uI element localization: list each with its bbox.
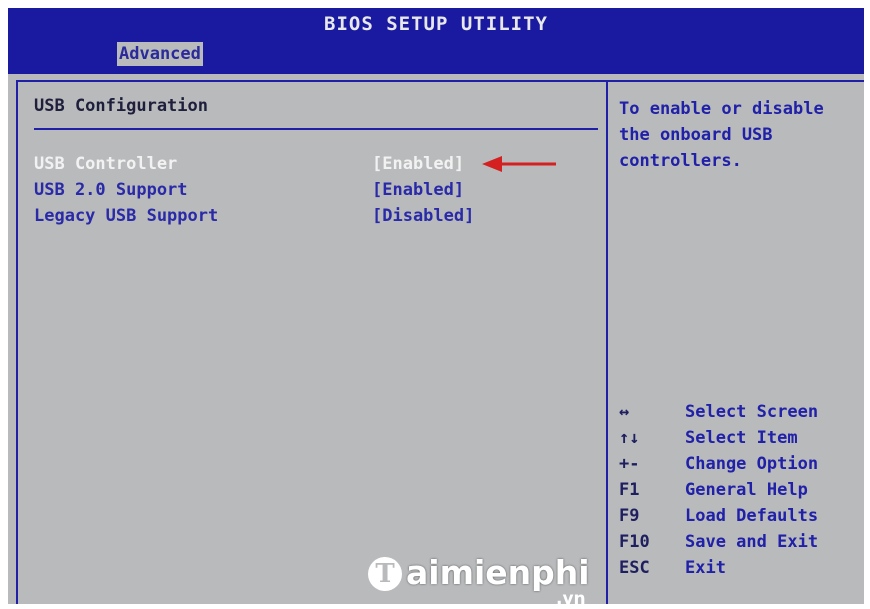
watermark-suffix: .vn: [556, 589, 586, 604]
key-row: F10 Save and Exit: [619, 532, 859, 558]
app-title: BIOS SETUP UTILITY: [324, 13, 548, 35]
key-description: Change Option: [685, 454, 819, 474]
key-row: F1 General Help: [619, 480, 859, 506]
help-panel: To enable or disable the onboard USB con…: [605, 80, 864, 604]
key-row: ↔ Select Screen: [619, 402, 859, 428]
setting-label: Legacy USB Support: [34, 206, 219, 226]
settings-panel: USB Configuration USB Controller [Enable…: [16, 80, 608, 604]
key-description: Select Item: [685, 428, 798, 448]
red-arrow-icon: [482, 156, 556, 172]
title-bar: BIOS SETUP UTILITY: [8, 8, 864, 42]
esc-key: ESC: [619, 558, 650, 578]
setting-usb-2-support[interactable]: USB 2.0 Support [Enabled]: [34, 180, 504, 204]
key-legend: ↔ Select Screen ↑↓ Select Item +- Change…: [619, 402, 859, 584]
setting-value[interactable]: [Enabled]: [372, 154, 464, 174]
f9-key: F9: [619, 506, 640, 526]
key-description: General Help: [685, 480, 808, 500]
key-description: Select Screen: [685, 402, 819, 422]
key-row: ESC Exit: [619, 558, 859, 584]
setting-label: USB Controller: [34, 154, 178, 174]
left-right-arrow-icon: ↔: [619, 402, 630, 422]
setting-usb-controller[interactable]: USB Controller [Enabled]: [34, 154, 504, 178]
up-down-arrow-icon: ↑↓: [619, 428, 640, 448]
f1-key: F1: [619, 480, 640, 500]
help-text: To enable or disable the onboard USB con…: [619, 99, 824, 171]
tab-divider: [8, 66, 864, 74]
bios-screen: BIOS SETUP UTILITY Advanced USB Configur…: [8, 8, 864, 604]
key-row: ↑↓ Select Item: [619, 428, 859, 454]
setting-value[interactable]: [Enabled]: [372, 180, 464, 200]
setting-label: USB 2.0 Support: [34, 180, 188, 200]
setting-legacy-usb-support[interactable]: Legacy USB Support [Disabled]: [34, 206, 504, 230]
watermark-logo-icon: T: [368, 557, 402, 591]
section-separator: [34, 128, 598, 130]
watermark-initial: T: [375, 559, 395, 589]
f10-key: F10: [619, 532, 650, 552]
key-description: Exit: [685, 558, 726, 578]
key-row: F9 Load Defaults: [619, 506, 859, 532]
key-description: Load Defaults: [685, 506, 819, 526]
watermark-name: aimienphi: [406, 553, 590, 592]
plus-minus-key: +-: [619, 454, 640, 474]
setting-value[interactable]: [Disabled]: [372, 206, 474, 226]
key-row: +- Change Option: [619, 454, 859, 480]
tab-advanced[interactable]: Advanced: [117, 42, 203, 66]
section-title: USB Configuration: [34, 96, 208, 116]
watermark-logo: T aimienphi .vn: [368, 553, 608, 604]
key-description: Save and Exit: [685, 532, 819, 552]
tab-bar: Advanced: [8, 42, 864, 66]
